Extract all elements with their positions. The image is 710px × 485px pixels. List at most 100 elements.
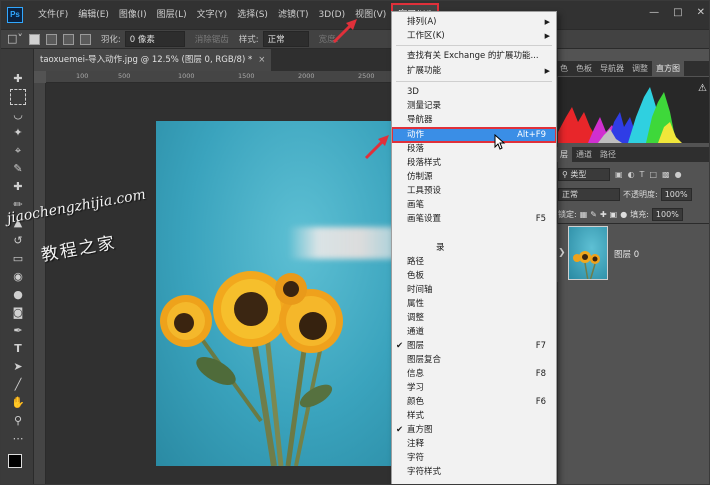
lock-artboard-icon[interactable]: ▣ [610,210,618,219]
layer-thumbnail[interactable] [568,226,608,280]
move-tool-icon[interactable]: ✚ [10,71,26,87]
menu-item-histogram[interactable]: ✔ 直方图 [392,423,556,437]
subtract-selection-icon[interactable] [62,33,74,45]
tab-adjustments[interactable]: 调整 [628,61,652,76]
menu-item-paths[interactable]: 路径 [392,255,556,269]
tab-paths[interactable]: 路径 [596,147,620,162]
menu-item-workspace[interactable]: 工作区(K) ▶ [392,29,556,43]
lock-all-icon[interactable]: ● [620,210,627,219]
menu-select[interactable]: 选择(S) [232,5,273,25]
menu-item-3d[interactable]: 3D [392,85,556,99]
menu-item-timeline[interactable]: 时间轴 [392,283,556,297]
visibility-eye-icon[interactable]: ❯ [558,248,566,258]
marquee-preset-icon[interactable]: □˅ [7,31,23,47]
menu-item-actions[interactable]: 动作 Alt+F9 [392,126,556,144]
tab-swatches[interactable]: 色板 [572,61,596,76]
menu-3d[interactable]: 3D(D) [313,5,350,25]
tab-navigator[interactable]: 导航器 [596,61,628,76]
add-selection-icon[interactable] [45,33,57,45]
menu-item-clone-source[interactable]: 仿制源 [392,170,556,184]
lock-pixels-icon[interactable]: ▦ [580,210,588,219]
menu-item-swatches[interactable]: 色板 [392,269,556,283]
lock-position-icon[interactable]: ✚ [600,210,607,219]
tab-layers[interactable]: 层 [556,147,572,162]
menu-item-learn[interactable]: 学习 [392,381,556,395]
filter-toggle-icon[interactable]: ● [675,170,682,179]
menu-filter[interactable]: 滤镜(T) [273,5,314,25]
document-tab[interactable]: taoxuemei-导入动作.jpg @ 12.5% (图层 0, RGB/8)… [34,49,272,71]
marquee-tool-icon[interactable] [10,89,26,105]
tab-channels[interactable]: 通道 [572,147,596,162]
restore-icon[interactable]: □ [673,7,682,18]
smart-object-filter-icon[interactable]: ▩ [662,170,670,179]
feather-input[interactable]: 0 像素 [124,31,185,47]
menu-item-navigator[interactable]: 导航器 [392,113,556,127]
menu-item-channels[interactable]: 通道 [392,325,556,339]
menu-type[interactable]: 文字(Y) [192,5,233,25]
sunflower-photo[interactable] [156,121,396,466]
foreground-color-swatch[interactable] [8,454,22,468]
menu-item-paragraph[interactable]: 段落 [392,142,556,156]
eyedropper-tool-icon[interactable]: ✎ [10,161,26,177]
menu-item-notes[interactable]: 注释 [392,437,556,451]
close-tab-icon[interactable]: × [258,55,265,65]
menu-item-measurement-log[interactable]: 测量记录 [392,99,556,113]
minimize-icon[interactable]: — [649,7,659,18]
quick-select-tool-icon[interactable]: ✦ [10,125,26,141]
menu-item-find-exchange[interactable]: 查找有关 Exchange 的扩展功能... [392,49,556,63]
menu-item-styles[interactable]: 样式 [392,409,556,423]
menu-layer[interactable]: 图层(L) [152,5,192,25]
menu-item-layers[interactable]: ✔ 图层 F7 [392,339,556,353]
canvas-area[interactable] [46,83,396,484]
type-tool-icon[interactable]: T [10,341,26,357]
antialias-checkbox[interactable]: 消除锯齿 [195,33,229,45]
menu-view[interactable]: 视图(V) [350,5,391,25]
more-tools-icon[interactable]: ⋯ [10,431,26,447]
menu-item-info[interactable]: 信息 F8 [392,367,556,381]
eraser-tool-icon[interactable]: ▭ [10,251,26,267]
fill-input[interactable]: 100% [651,207,683,221]
close-icon[interactable]: ✕ [697,7,705,18]
opacity-input[interactable]: 100% [660,187,692,201]
tab-color[interactable]: 色 [556,61,572,76]
layer-name[interactable]: 图层 0 [614,248,639,260]
menu-item-character-styles[interactable]: 字符样式 [392,465,556,479]
menu-item-adjustments[interactable]: 调整 [392,311,556,325]
layer-row[interactable]: ❯ 图层 0 [556,224,709,282]
adjustment-filter-icon[interactable]: ◐ [628,170,635,179]
menu-item-tool-presets[interactable]: 工具预设 [392,184,556,198]
hand-tool-icon[interactable]: ✋ [10,395,26,411]
layer-filter-select[interactable]: ⚲ 类型 [558,167,610,181]
shape-filter-icon[interactable]: □ [649,170,657,179]
menu-item-hidden[interactable] [392,226,556,240]
menu-item-layer-comps[interactable]: 图层复合 [392,353,556,367]
healing-brush-tool-icon[interactable]: ✚ [10,179,26,195]
menu-item-properties[interactable]: 属性 [392,297,556,311]
type-filter-icon[interactable]: T [640,170,645,179]
menu-edit[interactable]: 编辑(E) [73,5,114,25]
menu-item-history[interactable]: 录 [392,241,556,255]
menu-item-color[interactable]: 颜色 F6 [392,395,556,409]
menu-item-brushes[interactable]: 画笔 [392,198,556,212]
menu-item-extensions[interactable]: 扩展功能 ▶ [392,64,556,78]
menu-item-character[interactable]: 字符 [392,451,556,465]
lasso-tool-icon[interactable]: ◡ [10,107,26,123]
blur-tool-icon[interactable]: ● [10,287,26,303]
new-selection-icon[interactable] [28,33,40,45]
crop-tool-icon[interactable]: ⌖ [10,143,26,159]
tab-histogram[interactable]: 直方图 [652,61,684,76]
pen-tool-icon[interactable]: ✒ [10,323,26,339]
line-tool-icon[interactable]: ╱ [10,377,26,393]
path-select-tool-icon[interactable]: ➤ [10,359,26,375]
menu-file[interactable]: 文件(F) [33,5,73,25]
dodge-tool-icon[interactable]: ◙ [10,305,26,321]
menu-item-arrange[interactable]: 排列(A) ▶ [392,15,556,29]
menu-image[interactable]: 图像(I) [114,5,152,25]
style-select[interactable]: 正常 [262,31,309,47]
intersect-selection-icon[interactable] [79,33,91,45]
zoom-tool-icon[interactable]: ⚲ [10,413,26,429]
menu-item-paragraph-styles[interactable]: 段落样式 [392,156,556,170]
menu-item-brush-settings[interactable]: 画笔设置 F5 [392,212,556,226]
blend-mode-select[interactable]: 正常 [558,187,620,201]
paint-bucket-tool-icon[interactable]: ◉ [10,269,26,285]
